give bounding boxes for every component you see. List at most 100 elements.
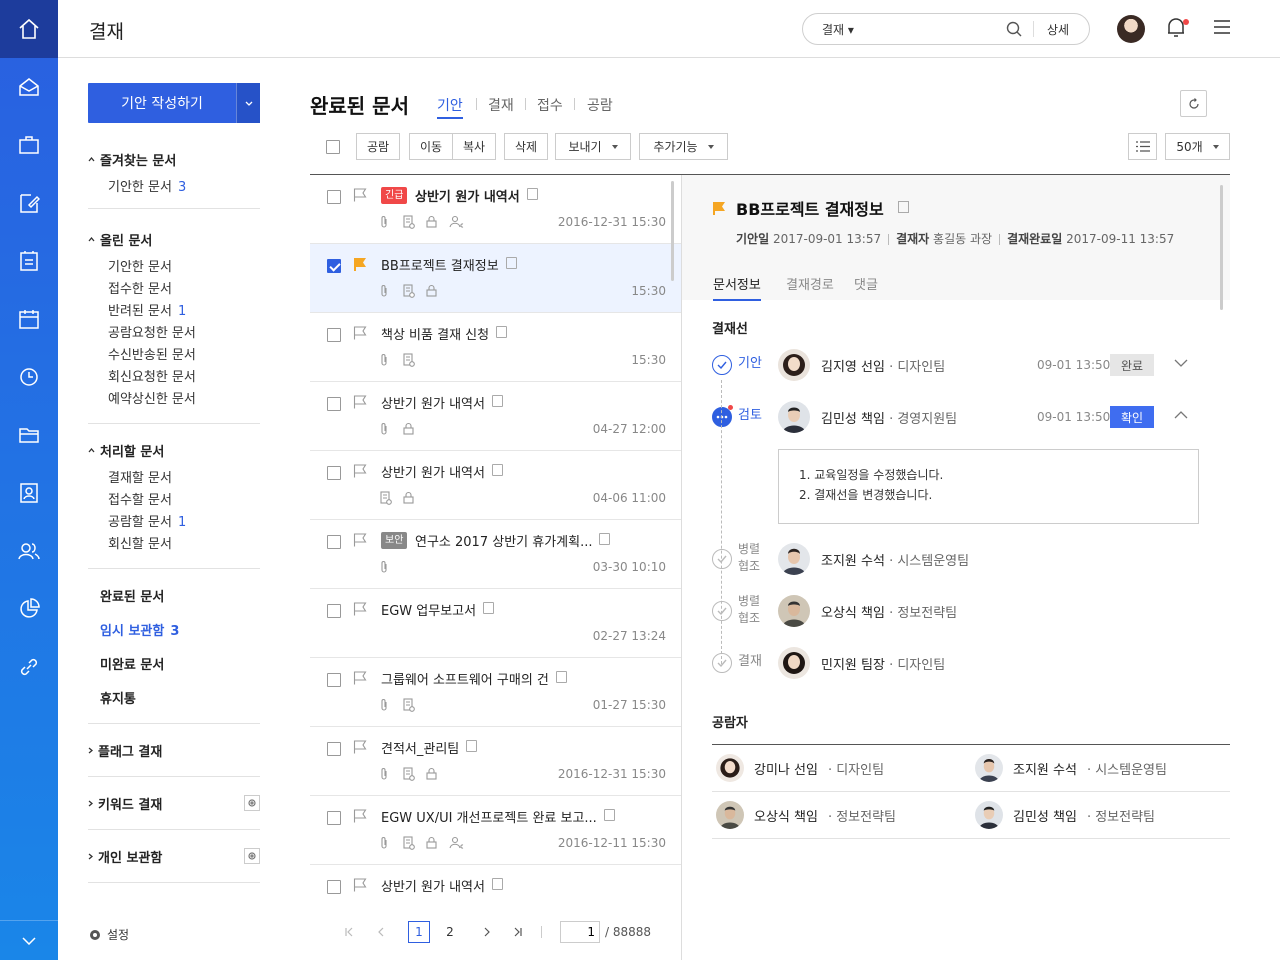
- sidebar-item-drafted[interactable]: 기안한 문서: [108, 256, 172, 275]
- prev-page-icon[interactable]: [370, 921, 392, 943]
- document-row[interactable]: 보안 연구소 2017 상반기 휴가계획... 03-30 10:10: [310, 520, 682, 589]
- flag-icon[interactable]: [353, 602, 367, 616]
- flag-icon[interactable]: [712, 201, 726, 215]
- view-share-button[interactable]: 공람: [356, 133, 400, 160]
- tab-approval-path[interactable]: 결재경로: [786, 274, 834, 293]
- flag-icon[interactable]: [353, 740, 367, 754]
- document-row[interactable]: 긴급 상반기 원가 내역서 2016-12-31 15:30: [310, 175, 682, 244]
- sidebar-item-temp-storage[interactable]: 임시 보관함 3: [100, 620, 179, 639]
- row-checkbox[interactable]: [327, 190, 341, 204]
- row-checkbox[interactable]: [327, 328, 341, 342]
- mail-icon[interactable]: [17, 75, 41, 99]
- approval-icon[interactable]: [17, 191, 41, 215]
- row-checkbox[interactable]: [327, 742, 341, 756]
- select-all-checkbox[interactable]: [326, 140, 340, 154]
- tab-draft[interactable]: 기안: [437, 95, 463, 119]
- row-checkbox[interactable]: [327, 259, 341, 273]
- send-dropdown[interactable]: 보내기: [555, 133, 631, 160]
- tab-view[interactable]: 공람: [587, 95, 613, 115]
- move-button[interactable]: 이동: [409, 133, 453, 160]
- list-view-icon[interactable]: [1128, 133, 1157, 160]
- document-subject[interactable]: 견적서_관리팀: [381, 738, 459, 757]
- copy-icon[interactable]: [603, 809, 615, 821]
- search-scope-select[interactable]: 결재 ▾: [822, 21, 854, 38]
- rail-expand-button[interactable]: [0, 920, 58, 960]
- delete-button[interactable]: 삭제: [504, 133, 548, 160]
- sidebar-item-incomplete[interactable]: 미완료 문서: [100, 654, 164, 673]
- write-draft-button[interactable]: 기안 작성하기: [88, 83, 260, 123]
- notepad-icon[interactable]: [17, 249, 41, 273]
- flag-icon[interactable]: [353, 878, 367, 892]
- document-row[interactable]: EGW 업무보고서 02-27 13:24: [310, 589, 682, 658]
- sidebar-item-to-view[interactable]: 공람할 문서 1: [108, 511, 186, 530]
- first-page-icon[interactable]: [338, 921, 360, 943]
- document-row[interactable]: 상반기 원가 내역서 04-27 12:00: [310, 382, 682, 451]
- copy-icon[interactable]: [599, 533, 611, 545]
- sidebar-item-returned[interactable]: 수신반송된 문서: [108, 344, 196, 363]
- tab-receipt[interactable]: 접수: [537, 95, 563, 115]
- copy-icon[interactable]: [505, 257, 517, 269]
- page-jump-input[interactable]: [560, 921, 600, 943]
- copy-icon[interactable]: [526, 188, 538, 200]
- sidebar-item-view-requested[interactable]: 공람요청한 문서: [108, 322, 196, 341]
- document-subject[interactable]: 그룹웨어 소프트웨어 구매의 건: [381, 669, 549, 688]
- page-number-current[interactable]: 1: [408, 921, 430, 943]
- document-subject[interactable]: EGW 업무보고서: [381, 600, 476, 619]
- sidebar-item-reply-requested[interactable]: 회신요청한 문서: [108, 366, 196, 385]
- copy-icon[interactable]: [898, 201, 909, 213]
- copy-icon[interactable]: [491, 878, 503, 890]
- sidebar-group-submitted[interactable]: 올린 문서: [88, 230, 152, 249]
- document-row[interactable]: 그룹웨어 소프트웨어 구매의 건 01-27 15:30: [310, 658, 682, 727]
- sidebar-group-favorites[interactable]: 즐겨찾는 문서: [88, 150, 176, 169]
- pie-chart-icon[interactable]: [17, 597, 41, 621]
- row-checkbox[interactable]: [327, 811, 341, 825]
- page-number[interactable]: 2: [439, 921, 461, 943]
- sidebar-item-scheduled[interactable]: 예약상신한 문서: [108, 388, 196, 407]
- row-checkbox[interactable]: [327, 466, 341, 480]
- last-page-icon[interactable]: [507, 921, 529, 943]
- page-size-select[interactable]: 50개: [1165, 133, 1230, 160]
- copy-icon[interactable]: [496, 326, 508, 338]
- document-row[interactable]: EGW UX/UI 개선프로젝트 완료 보고... 2016-12-11 15:3…: [310, 796, 682, 865]
- flag-icon[interactable]: [353, 533, 367, 547]
- sidebar-group-keyword[interactable]: 키워드 결재: [88, 794, 162, 813]
- sidebar-item-received[interactable]: 접수한 문서: [108, 278, 172, 297]
- sidebar-item-trash[interactable]: 휴지통: [100, 688, 136, 707]
- flag-icon[interactable]: [353, 809, 367, 823]
- detail-search-button[interactable]: 상세: [1047, 21, 1069, 38]
- search-input[interactable]: [871, 18, 1001, 40]
- document-subject[interactable]: EGW UX/UI 개선프로젝트 완료 보고...: [381, 807, 597, 826]
- flag-icon[interactable]: [353, 257, 367, 271]
- document-subject[interactable]: 연구소 2017 상반기 휴가계획...: [415, 531, 592, 550]
- copy-icon[interactable]: [491, 395, 503, 407]
- settings-button[interactable]: 설정: [88, 926, 129, 943]
- sidebar-group-todo[interactable]: 처리할 문서: [88, 441, 164, 460]
- sidebar-group-personal[interactable]: 개인 보관함: [88, 847, 162, 866]
- people-icon[interactable]: [17, 539, 41, 563]
- home-icon[interactable]: [0, 0, 58, 58]
- copy-icon[interactable]: [466, 740, 478, 752]
- flag-icon[interactable]: [353, 671, 367, 685]
- user-avatar[interactable]: [1117, 15, 1145, 43]
- more-actions-dropdown[interactable]: 추가기능: [639, 133, 728, 160]
- sidebar-group-flag[interactable]: 플래그 결재: [88, 741, 162, 760]
- document-row[interactable]: BB프로젝트 결재정보 15:30: [310, 244, 682, 313]
- briefcase-icon[interactable]: [17, 133, 41, 157]
- sidebar-item-to-receive[interactable]: 접수할 문서: [108, 489, 172, 508]
- write-dropdown-toggle[interactable]: [236, 83, 260, 123]
- row-checkbox[interactable]: [327, 604, 341, 618]
- document-subject[interactable]: 상반기 원가 내역서: [381, 462, 485, 481]
- confirm-button[interactable]: 확인: [1110, 406, 1154, 428]
- personal-settings-icon[interactable]: [244, 848, 260, 864]
- flag-icon[interactable]: [353, 395, 367, 409]
- document-subject[interactable]: 상반기 원가 내역서: [381, 393, 485, 412]
- sidebar-item-to-approve[interactable]: 결재할 문서: [108, 467, 172, 486]
- next-page-icon[interactable]: [476, 921, 498, 943]
- document-subject[interactable]: 책상 비품 결재 신청: [381, 324, 489, 343]
- copy-icon[interactable]: [491, 464, 503, 476]
- row-checkbox[interactable]: [327, 673, 341, 687]
- sidebar-item-rejected[interactable]: 반려된 문서 1: [108, 300, 186, 319]
- copy-icon[interactable]: [555, 671, 567, 683]
- link-icon[interactable]: [17, 655, 41, 679]
- copy-button[interactable]: 복사: [452, 133, 496, 160]
